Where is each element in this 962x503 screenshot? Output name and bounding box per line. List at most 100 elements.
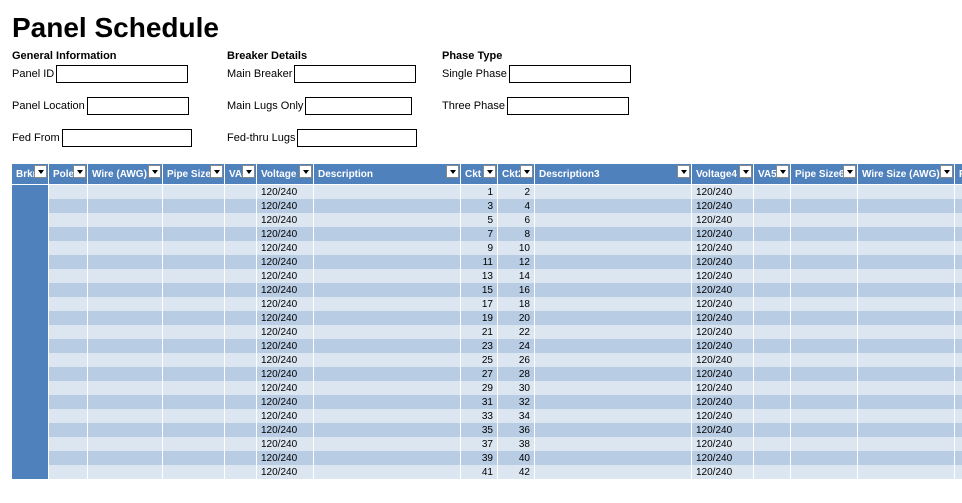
filter-dropdown-icon[interactable] [739, 165, 752, 178]
cell-ckt_l[interactable]: 25 [461, 353, 498, 367]
cell-ckt_r[interactable]: 18 [498, 297, 535, 311]
cell-pole_r[interactable] [955, 381, 962, 395]
cell-ckt_l[interactable]: 9 [461, 241, 498, 255]
cell-pole_l[interactable] [49, 381, 88, 395]
cell-wire_l[interactable] [88, 409, 163, 423]
cell-ckt_r[interactable]: 32 [498, 395, 535, 409]
cell-va_r[interactable] [754, 353, 791, 367]
cell-brkr_l[interactable] [12, 451, 49, 465]
cell-desc_r[interactable] [535, 437, 692, 451]
cell-pipe_l[interactable] [163, 339, 225, 353]
cell-va_r[interactable] [754, 409, 791, 423]
cell-desc_r[interactable] [535, 423, 692, 437]
cell-brkr_l[interactable] [12, 409, 49, 423]
cell-desc_r[interactable] [535, 339, 692, 353]
cell-wire_l[interactable] [88, 381, 163, 395]
cell-pipe_r[interactable] [791, 465, 858, 479]
cell-desc_r[interactable] [535, 465, 692, 479]
cell-pipe_l[interactable] [163, 283, 225, 297]
cell-volt_l[interactable]: 120/240 [257, 297, 314, 311]
cell-va_l[interactable] [225, 465, 257, 479]
cell-desc_l[interactable] [314, 213, 461, 227]
cell-desc_r[interactable] [535, 199, 692, 213]
cell-pole_r[interactable] [955, 227, 962, 241]
cell-brkr_l[interactable] [12, 283, 49, 297]
cell-ckt_r[interactable]: 42 [498, 465, 535, 479]
cell-brkr_l[interactable] [12, 437, 49, 451]
main-lugs-input[interactable] [305, 97, 412, 115]
cell-ckt_l[interactable]: 17 [461, 297, 498, 311]
cell-va_l[interactable] [225, 451, 257, 465]
cell-ckt_l[interactable]: 7 [461, 227, 498, 241]
cell-wire_r[interactable] [858, 339, 955, 353]
cell-desc_l[interactable] [314, 227, 461, 241]
cell-volt_l[interactable]: 120/240 [257, 199, 314, 213]
cell-brkr_l[interactable] [12, 185, 49, 200]
cell-ckt_r[interactable]: 36 [498, 423, 535, 437]
cell-va_l[interactable] [225, 185, 257, 200]
col-volt_l[interactable]: Voltage [257, 164, 314, 185]
cell-volt_l[interactable]: 120/240 [257, 185, 314, 200]
col-desc_r[interactable]: Description3 [535, 164, 692, 185]
cell-pole_l[interactable] [49, 283, 88, 297]
cell-va_r[interactable] [754, 339, 791, 353]
cell-va_l[interactable] [225, 423, 257, 437]
cell-volt_l[interactable]: 120/240 [257, 367, 314, 381]
cell-pole_r[interactable] [955, 325, 962, 339]
cell-volt_l[interactable]: 120/240 [257, 255, 314, 269]
cell-va_r[interactable] [754, 395, 791, 409]
cell-pole_l[interactable] [49, 437, 88, 451]
cell-pipe_r[interactable] [791, 381, 858, 395]
cell-volt_l[interactable]: 120/240 [257, 423, 314, 437]
cell-desc_l[interactable] [314, 381, 461, 395]
cell-ckt_r[interactable]: 14 [498, 269, 535, 283]
filter-dropdown-icon[interactable] [299, 165, 312, 178]
cell-brkr_l[interactable] [12, 241, 49, 255]
cell-wire_l[interactable] [88, 255, 163, 269]
cell-pipe_l[interactable] [163, 353, 225, 367]
cell-volt_r[interactable]: 120/240 [692, 437, 754, 451]
cell-volt_r[interactable]: 120/240 [692, 255, 754, 269]
cell-wire_r[interactable] [858, 437, 955, 451]
cell-desc_l[interactable] [314, 311, 461, 325]
cell-pipe_l[interactable] [163, 255, 225, 269]
filter-dropdown-icon[interactable] [148, 165, 161, 178]
cell-ckt_l[interactable]: 11 [461, 255, 498, 269]
cell-pipe_l[interactable] [163, 395, 225, 409]
cell-volt_r[interactable]: 120/240 [692, 353, 754, 367]
cell-wire_l[interactable] [88, 325, 163, 339]
cell-pipe_l[interactable] [163, 437, 225, 451]
cell-ckt_r[interactable]: 38 [498, 437, 535, 451]
col-pipe_r[interactable]: Pipe Size6 [791, 164, 858, 185]
cell-pipe_l[interactable] [163, 451, 225, 465]
cell-brkr_l[interactable] [12, 213, 49, 227]
cell-volt_l[interactable]: 120/240 [257, 381, 314, 395]
cell-volt_l[interactable]: 120/240 [257, 465, 314, 479]
cell-wire_l[interactable] [88, 311, 163, 325]
cell-ckt_r[interactable]: 28 [498, 367, 535, 381]
cell-brkr_l[interactable] [12, 465, 49, 479]
cell-pole_r[interactable] [955, 451, 962, 465]
cell-pole_l[interactable] [49, 199, 88, 213]
cell-wire_r[interactable] [858, 381, 955, 395]
cell-ckt_l[interactable]: 1 [461, 185, 498, 200]
cell-va_l[interactable] [225, 283, 257, 297]
cell-va_l[interactable] [225, 297, 257, 311]
cell-volt_l[interactable]: 120/240 [257, 241, 314, 255]
cell-ckt_r[interactable]: 34 [498, 409, 535, 423]
cell-pole_l[interactable] [49, 255, 88, 269]
filter-dropdown-icon[interactable] [73, 165, 86, 178]
filter-dropdown-icon[interactable] [520, 165, 533, 178]
cell-ckt_r[interactable]: 30 [498, 381, 535, 395]
cell-pipe_l[interactable] [163, 269, 225, 283]
cell-pipe_l[interactable] [163, 409, 225, 423]
cell-brkr_l[interactable] [12, 269, 49, 283]
cell-va_r[interactable] [754, 227, 791, 241]
cell-brkr_l[interactable] [12, 395, 49, 409]
filter-dropdown-icon[interactable] [843, 165, 856, 178]
cell-pipe_r[interactable] [791, 185, 858, 200]
cell-volt_l[interactable]: 120/240 [257, 213, 314, 227]
cell-va_l[interactable] [225, 255, 257, 269]
cell-volt_l[interactable]: 120/240 [257, 395, 314, 409]
col-pipe_l[interactable]: Pipe Size [163, 164, 225, 185]
